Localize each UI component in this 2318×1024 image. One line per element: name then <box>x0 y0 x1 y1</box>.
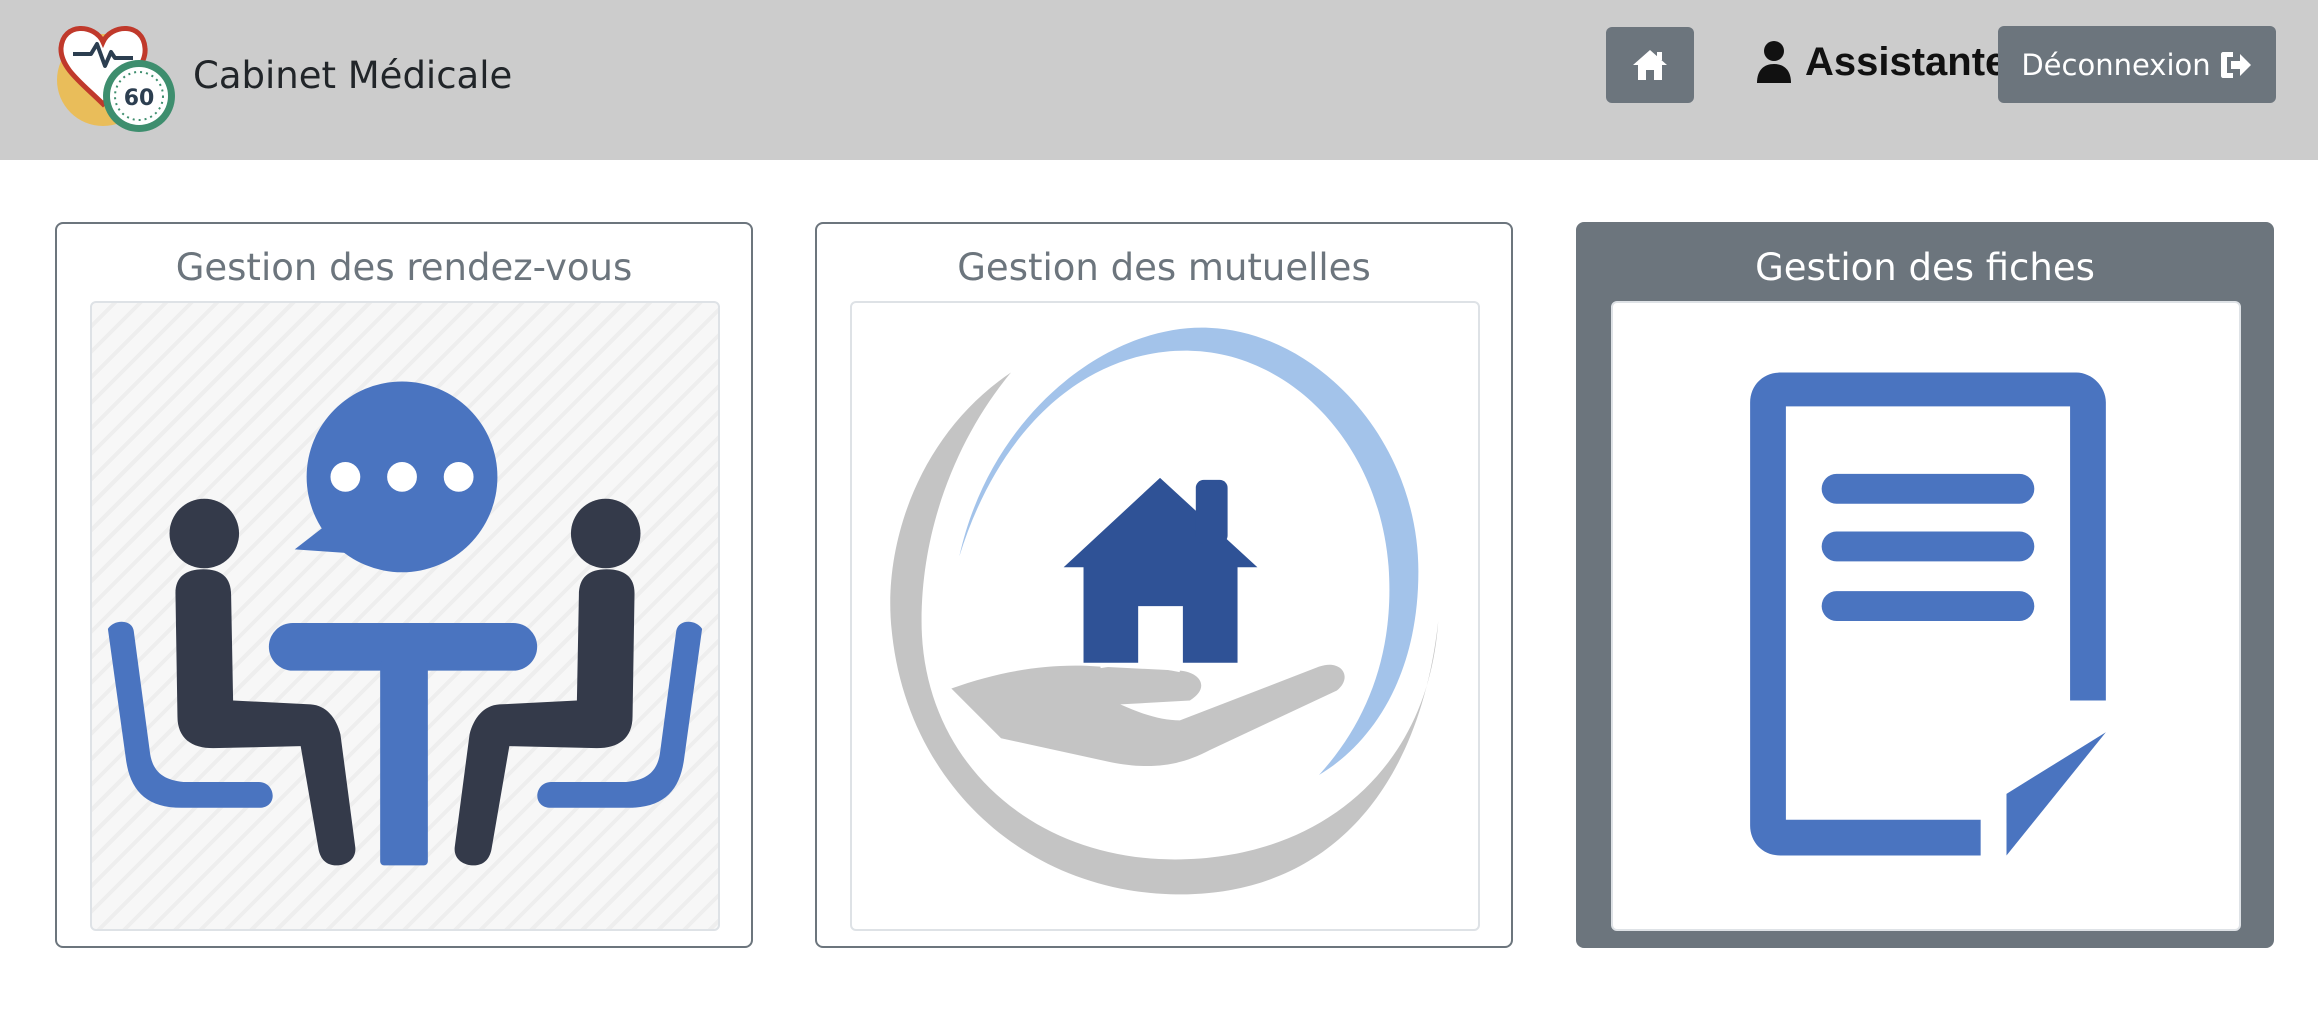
insurance-icon <box>890 327 1439 895</box>
card-fiches[interactable]: Gestion des fiches <box>1576 222 2274 948</box>
home-button[interactable] <box>1606 27 1694 103</box>
card-image <box>90 301 720 931</box>
sign-out-icon <box>2220 51 2251 78</box>
card-rendez-vous[interactable]: Gestion des rendez-vous <box>55 222 753 948</box>
logout-button[interactable]: Déconnexion <box>1998 26 2276 103</box>
logout-label: Déconnexion <box>2021 47 2211 82</box>
user-icon <box>1757 41 1791 83</box>
brand-link[interactable]: 60 Cabinet Médicale <box>55 10 512 140</box>
document-icon <box>1750 372 2106 856</box>
card-mutuelles[interactable]: Gestion des mutuelles <box>815 222 1513 948</box>
card-title: Gestion des rendez-vous <box>175 246 633 289</box>
svg-text:60: 60 <box>124 86 155 111</box>
user-role: Assistante <box>1805 39 2008 84</box>
card-title: Gestion des fiches <box>1755 246 2095 289</box>
user-info: Assistante <box>1755 34 2007 90</box>
brand-name: Cabinet Médicale <box>193 53 513 97</box>
navbar: 60 Cabinet Médicale Assistante Déconnexi… <box>0 0 2318 160</box>
medical-logo-icon: 60 <box>57 26 175 132</box>
card-image <box>850 301 1480 931</box>
meeting-icon <box>107 381 703 866</box>
card-title: Gestion des mutuelles <box>957 246 1371 289</box>
home-icon <box>1633 50 1667 80</box>
card-image <box>1611 301 2241 931</box>
